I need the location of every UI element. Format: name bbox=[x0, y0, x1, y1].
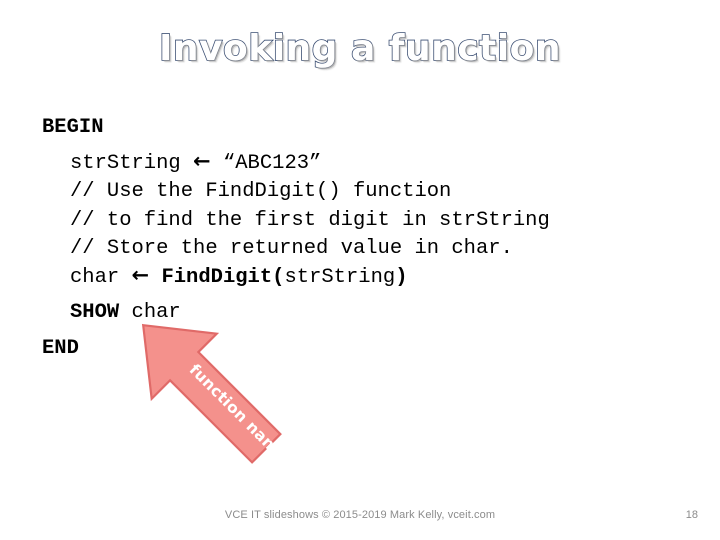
code-token: char bbox=[70, 265, 132, 289]
code-token: END bbox=[42, 336, 79, 360]
assignment-arrow-icon: ← bbox=[131, 262, 150, 287]
code-token: “ABC123” bbox=[210, 151, 322, 175]
slide-canvas: Invoking a function BEGIN strString ← “AB… bbox=[0, 0, 720, 540]
code-token: strString bbox=[70, 151, 194, 175]
code-line-end: END bbox=[42, 335, 692, 364]
pseudocode-block: BEGIN strString ← “ABC123”// Use the Find… bbox=[42, 114, 692, 363]
footer-credit: VCE IT slideshows © 2015-2019 Mark Kelly… bbox=[224, 509, 496, 521]
code-token: char bbox=[119, 301, 181, 324]
code-token: BEGIN bbox=[42, 116, 104, 139]
code-token: strString bbox=[284, 265, 396, 289]
code-token: // Use the FindDigit() function bbox=[70, 180, 452, 203]
code-token: // Store the returned value in char. bbox=[70, 237, 513, 260]
code-line-call: char ← FindDigit(strString) bbox=[42, 264, 692, 293]
code-token: FindDigit( bbox=[161, 265, 285, 289]
assignment-arrow-icon: ← bbox=[193, 148, 211, 173]
slide-title-container: Invoking a function bbox=[0, 27, 720, 70]
code-line-begin: BEGIN bbox=[42, 114, 692, 143]
code-line-assign: strString ← “ABC123” bbox=[42, 150, 692, 179]
code-line-comment3: // Store the returned value in char. bbox=[42, 235, 692, 264]
code-token: // to find the first digit in strString bbox=[70, 208, 550, 232]
code-token: SHOW bbox=[70, 301, 120, 324]
page-title: Invoking a function bbox=[158, 27, 561, 70]
code-line-comment1: // Use the FindDigit() function bbox=[42, 178, 692, 207]
page-number: 18 bbox=[685, 509, 698, 521]
code-line-comment2: // to find the first digit in strString bbox=[42, 207, 692, 236]
code-line-show: SHOW char bbox=[42, 299, 692, 328]
code-token: ) bbox=[395, 265, 408, 289]
